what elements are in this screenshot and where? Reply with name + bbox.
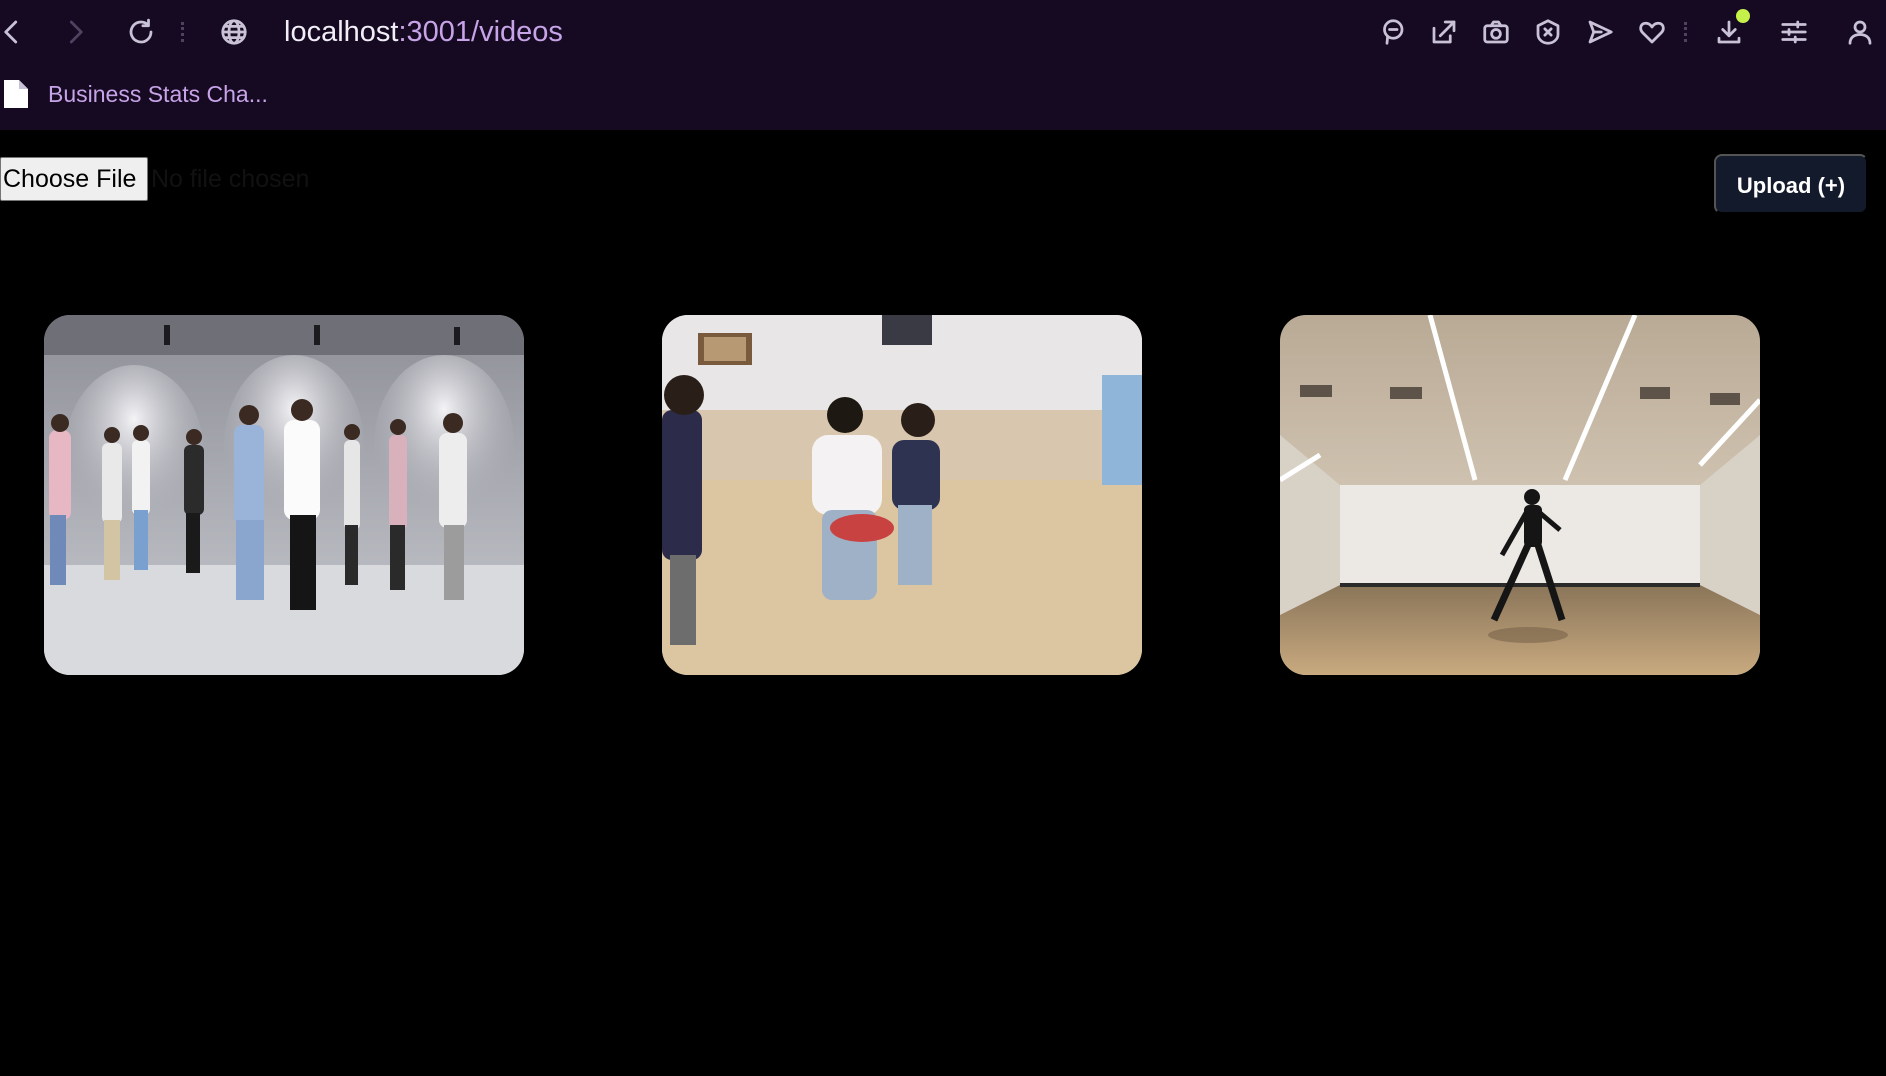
browser-chrome: localhost:3001/videos Business Stats Cha… [0,0,1886,130]
shield-x-icon[interactable] [1526,10,1570,54]
url-path: :3001/videos [398,16,563,48]
sliders-icon[interactable] [1772,10,1816,54]
share-icon[interactable] [1422,10,1466,54]
reload-icon[interactable] [119,10,163,54]
toolbar-separator [181,22,184,42]
dance-studio-group-image [44,315,524,675]
choose-file-button[interactable]: Choose File [0,157,149,201]
bookmarks-bar: Business Stats Cha... [0,70,1886,118]
globe-icon[interactable] [212,10,256,54]
bookmark-label: Business Stats Cha... [48,80,268,107]
bookmark-business-stats[interactable]: Business Stats Cha... [0,76,278,112]
browser-nav-row: localhost:3001/videos [0,0,1886,64]
back-icon[interactable] [0,10,34,54]
video-thumbnail[interactable] [662,315,1142,675]
url-host: localhost [284,16,399,48]
video-thumbnail[interactable] [44,315,524,675]
solo-dancer-hall-image [1280,315,1760,675]
address-bar[interactable]: localhost:3001/videos [284,12,563,52]
send-icon[interactable] [1578,10,1622,54]
file-status-text: No file chosen [151,165,310,193]
videos-page: Choose File No file chosen Upload (+) [0,130,1886,1076]
upload-button[interactable]: Upload (+) [1714,154,1868,214]
camera-icon[interactable] [1474,10,1518,54]
account-icon[interactable] [1838,10,1882,54]
document-icon [2,78,30,110]
toolbar-separator [1684,22,1687,42]
forward-icon[interactable] [53,10,97,54]
heart-icon[interactable] [1630,10,1674,54]
download-badge [1736,9,1750,23]
search-minus-icon[interactable] [1370,10,1414,54]
video-thumbnail[interactable] [1280,315,1760,675]
dance-class-kids-image [662,315,1142,675]
